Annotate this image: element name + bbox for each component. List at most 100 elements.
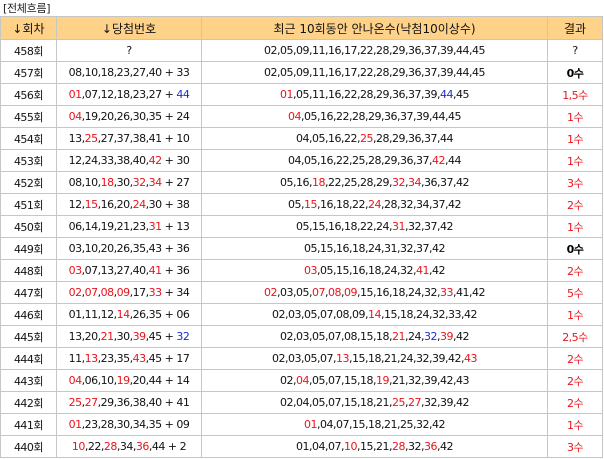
bonus-hit-number: 32: [176, 330, 190, 343]
winning-numbers-cell: 11,13,23,35,43,45 + 17: [56, 347, 202, 370]
round-cell: 447회: [0, 281, 57, 304]
result-cell: 1,5수: [547, 83, 603, 106]
number-text: ,45: [452, 88, 470, 101]
hit-number: 21: [100, 330, 115, 343]
number-text: ,42: [436, 440, 454, 453]
round-cell: 441회: [0, 413, 57, 436]
hit-number: 04: [288, 110, 302, 123]
hit-number: 32: [132, 176, 147, 189]
number-text: ,36,37,42: [421, 176, 469, 189]
number-text: 11,: [68, 352, 86, 365]
result-cell: 2수: [547, 391, 603, 414]
hit-number: 27: [407, 396, 422, 409]
number-text: 01,04,07,: [296, 440, 344, 453]
table-row: 458회? 02,05,09,11,16,17,22,28,29,36,37,39…: [0, 39, 603, 62]
round-cell: 458회: [0, 39, 57, 62]
table-row: 451회 12,15,16,20,24,30 + 38 05,15,16,18,22…: [0, 193, 603, 216]
number-text: ,07,13,27,40,: [81, 264, 149, 277]
hit-number: 04: [296, 374, 310, 387]
recent-missing-cell: 04,05,16,22,25,28,29,36,37,42,44: [201, 149, 548, 172]
number-text: 02,05,09,11,16,17,22,28,29,36,37,39,44,4…: [264, 44, 485, 57]
number-text: ,27,37,38,41 + 10: [97, 132, 190, 145]
hit-number: 32: [392, 176, 406, 189]
hit-number: 10: [71, 440, 86, 453]
recent-missing-cell: 02,03,05,07,08,15,18,21,24,32,39,42: [201, 325, 548, 348]
winning-numbers-cell: 04,19,20,26,30,35 + 24: [56, 105, 202, 128]
winning-numbers-cell: 06,14,19,21,23,31 + 13: [56, 215, 202, 238]
result-cell: 0수: [547, 61, 603, 84]
round-cell: 443회: [0, 369, 57, 392]
number-text: ,15,18,21,24,32,39,42,: [349, 352, 464, 365]
winning-numbers-cell: 01,07,12,18,23,27 + 44: [56, 83, 202, 106]
recent-missing-cell: 05,16,18,22,25,28,29,32,34,36,37,42: [201, 171, 548, 194]
number-text: 02,03,05,07,: [272, 352, 337, 365]
number-text: + 30: [161, 154, 190, 167]
number-text: ?: [126, 44, 132, 57]
result-cell: 1수: [547, 303, 603, 326]
header-winning-numbers[interactable]: ↓당첨번호: [56, 16, 202, 40]
hit-number: 25: [391, 396, 406, 409]
number-text: 02,03,05,07,08,09,: [272, 308, 368, 321]
winning-numbers-cell: ?: [56, 39, 202, 62]
hit-number: 25: [360, 132, 374, 145]
hit-number: 01: [68, 88, 83, 101]
winning-numbers-cell: 12,15,16,20,24,30 + 38: [56, 193, 202, 216]
number-text: + 27: [161, 176, 190, 189]
table-row: 457회 08,10,18,23,27,40 + 33 02,05,09,11,16…: [0, 61, 603, 84]
number-text: 12,: [68, 198, 86, 211]
winning-numbers-cell: 04,06,10,19,20,44 + 14: [56, 369, 202, 392]
number-text: 04,05,16,22,: [296, 132, 360, 145]
hit-number: 28: [103, 440, 118, 453]
number-text: 05,15,16,18,22,24,: [296, 220, 392, 233]
table-row: 452회 08,10,18,30,32,34 + 27 05,16,18,22,25…: [0, 171, 603, 194]
round-cell: 442회: [0, 391, 57, 414]
number-text: ,32,39,42: [420, 396, 469, 409]
winning-numbers-cell: 10,22,28,34,36,44 + 2: [56, 435, 202, 458]
result-cell: 3수: [547, 435, 603, 458]
recent-missing-cell: 03,05,15,16,18,24,32,41,42: [201, 259, 548, 282]
number-text: 08,10,18,23,27,40 + 33: [68, 66, 190, 79]
hit-number: 34: [148, 176, 163, 189]
hit-number: 13: [336, 352, 350, 365]
number-text: ,05,15,16,18,24,32,: [317, 264, 416, 277]
number-text: ,15,18,24,32,33,42: [381, 308, 477, 321]
round-cell: 456회: [0, 83, 57, 106]
number-text: 02,: [280, 374, 297, 387]
table-row: 455회 04,19,20,26,30,35 + 24 04,05,16,22,28…: [0, 105, 603, 128]
number-text: ,05,11,16,22,28,29,36,37,39,: [293, 88, 440, 101]
recent-missing-cell: 02,03,05,07,08,09,15,16,18,24,32,33,41,4…: [201, 281, 548, 304]
number-text: 13,: [68, 132, 86, 145]
hit-number: 08: [100, 286, 115, 299]
recent-missing-cell: 02,05,09,11,16,17,22,28,29,36,37,39,44,4…: [201, 39, 548, 62]
round-cell: 445회: [0, 325, 57, 348]
table-row: 453회 12,24,33,38,40,42 + 30 04,05,16,22,25…: [0, 149, 603, 172]
result-cell: 1수: [547, 127, 603, 150]
winning-numbers-cell: 13,20,21,30,39,45 + 32: [56, 325, 202, 348]
recent-missing-cell: 02,03,05,07,08,09,14,15,18,24,32,33,42: [201, 303, 548, 326]
number-text: ,30,: [113, 176, 134, 189]
number-text: ,23,28,30,34,35 + 09: [81, 418, 190, 431]
hit-number: 04: [68, 374, 83, 387]
hit-number: 07: [312, 286, 326, 299]
table-row: 447회 02,07,08,09,17,33 + 34 02,03,05,07,08…: [0, 281, 603, 304]
hit-number: 42: [431, 154, 446, 167]
result-cell: 1수: [547, 105, 603, 128]
result-cell: 3수: [547, 171, 603, 194]
recent-missing-cell: 02,05,09,11,16,17,22,28,29,36,37,39,44,4…: [201, 61, 548, 84]
hit-number: 19: [116, 374, 131, 387]
number-text: ,21,32,39,42,43: [389, 374, 469, 387]
hit-number: 41: [415, 264, 430, 277]
table-row: 454회 13,25,27,37,38,41 + 10 04,05,16,22,25…: [0, 127, 603, 150]
hit-number: 01: [68, 418, 83, 431]
recent-missing-cell: 02,03,05,07,13,15,18,21,24,32,39,42,43: [201, 347, 548, 370]
result-cell: 1수: [547, 413, 603, 436]
recent-missing-cell: 05,15,16,18,22,24,28,32,34,37,42: [201, 193, 548, 216]
number-text: 02,05,09,11,16,17,22,28,29,36,37,39,44,4…: [264, 66, 485, 79]
table-row: 440회 10,22,28,34,36,44 + 2 01,04,07,10,15,…: [0, 435, 603, 458]
header-recent-missing: 최근 10회동안 안나온수(낙첨10이상수): [201, 16, 548, 40]
number-text: ,44: [444, 154, 462, 167]
hit-number: 03: [304, 264, 318, 277]
header-round[interactable]: ↓회차: [0, 16, 57, 40]
recent-missing-cell: 04,05,16,22,25,28,29,36,37,44: [201, 127, 548, 150]
number-text: ,32,37,42: [404, 220, 453, 233]
